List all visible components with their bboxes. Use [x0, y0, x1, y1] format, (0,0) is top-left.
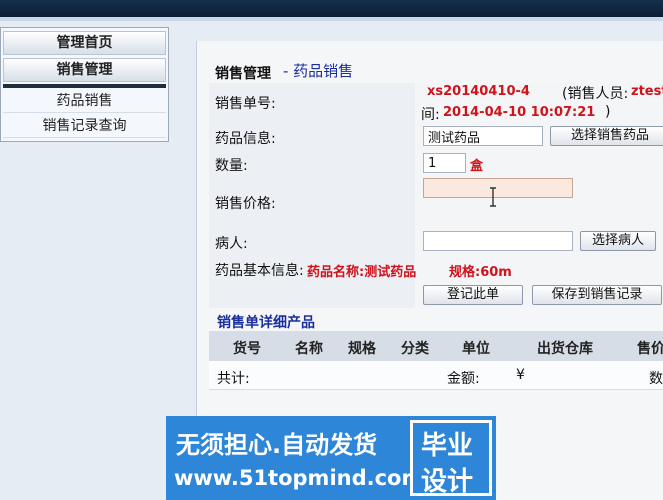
- count-label: 数: [649, 371, 663, 387]
- quantity-unit: 盒: [470, 159, 484, 174]
- basic-info-label: 药品基本信息:: [215, 263, 304, 279]
- table-row: [209, 361, 663, 390]
- col-item-no: 货号: [233, 341, 261, 357]
- time-prefix: 间:: [421, 107, 440, 123]
- time-suffix: ): [605, 104, 611, 120]
- amount-label: 金额:: [447, 371, 480, 387]
- text-cursor-icon: [490, 187, 496, 207]
- seller-value: ztest: [631, 84, 663, 99]
- quantity-label: 数量:: [215, 158, 248, 174]
- sidebar-heading-sales[interactable]: 销售管理: [3, 58, 166, 82]
- col-price: 售价: [637, 341, 663, 357]
- page-subtitle: - 药品销售: [283, 62, 354, 80]
- total-label: 共计:: [217, 371, 250, 387]
- page-title: 销售管理: [215, 66, 271, 82]
- price-input[interactable]: [423, 178, 573, 198]
- sidebar-item-drug-sales[interactable]: 药品销售: [3, 90, 166, 113]
- seller-prefix: (销售人员:: [562, 86, 629, 102]
- time-value: 2014-04-10 10:07:21: [443, 105, 596, 120]
- top-banner-divider: [0, 17, 663, 21]
- price-label: 销售价格:: [215, 196, 276, 212]
- order-no-value: xs20140410-4: [427, 84, 530, 99]
- select-drug-button[interactable]: 选择销售药品: [550, 126, 663, 146]
- patient-input[interactable]: [423, 231, 573, 251]
- col-unit: 单位: [462, 341, 490, 357]
- patient-label: 病人:: [215, 236, 248, 252]
- order-no-label: 销售单号:: [215, 96, 276, 112]
- sidebar-heading-home[interactable]: 管理首页: [3, 31, 166, 55]
- amount-value: ¥: [516, 367, 525, 383]
- col-spec: 规格: [348, 341, 376, 357]
- col-category: 分类: [401, 341, 429, 357]
- top-banner: [0, 0, 663, 17]
- sidebar: 管理首页 销售管理 药品销售 销售记录查询: [0, 27, 169, 142]
- watermark-logo-line2: 设计: [421, 467, 474, 497]
- register-order-button[interactable]: 登记此单: [423, 285, 523, 305]
- col-warehouse: 出货仓库: [537, 341, 593, 357]
- sidebar-item-sales-records[interactable]: 销售记录查询: [3, 115, 166, 138]
- watermark-slogan: 无须担心.自动发货: [176, 431, 378, 459]
- watermark-logo: 毕业 设计: [410, 420, 492, 497]
- basic-info-name: 药品名称:测试药品: [307, 265, 417, 280]
- detail-table-header: [209, 331, 663, 361]
- drug-info-label: 药品信息:: [215, 131, 276, 147]
- detail-title: 销售单详细产品: [217, 315, 315, 331]
- watermark-url: www.51topmind.com: [174, 466, 424, 490]
- col-name: 名称: [295, 341, 323, 357]
- drug-info-input[interactable]: [423, 126, 543, 146]
- save-to-records-button[interactable]: 保存到销售记录: [532, 285, 662, 305]
- watermark-logo-line1: 毕业: [421, 431, 474, 461]
- quantity-input[interactable]: [423, 153, 466, 173]
- select-patient-button[interactable]: 选择病人: [580, 231, 656, 251]
- basic-info-spec: 规格:60m: [449, 265, 512, 280]
- watermark-banner: 无须担心.自动发货 www.51topmind.com 毕业 设计: [166, 416, 496, 500]
- sidebar-separator: [3, 84, 166, 88]
